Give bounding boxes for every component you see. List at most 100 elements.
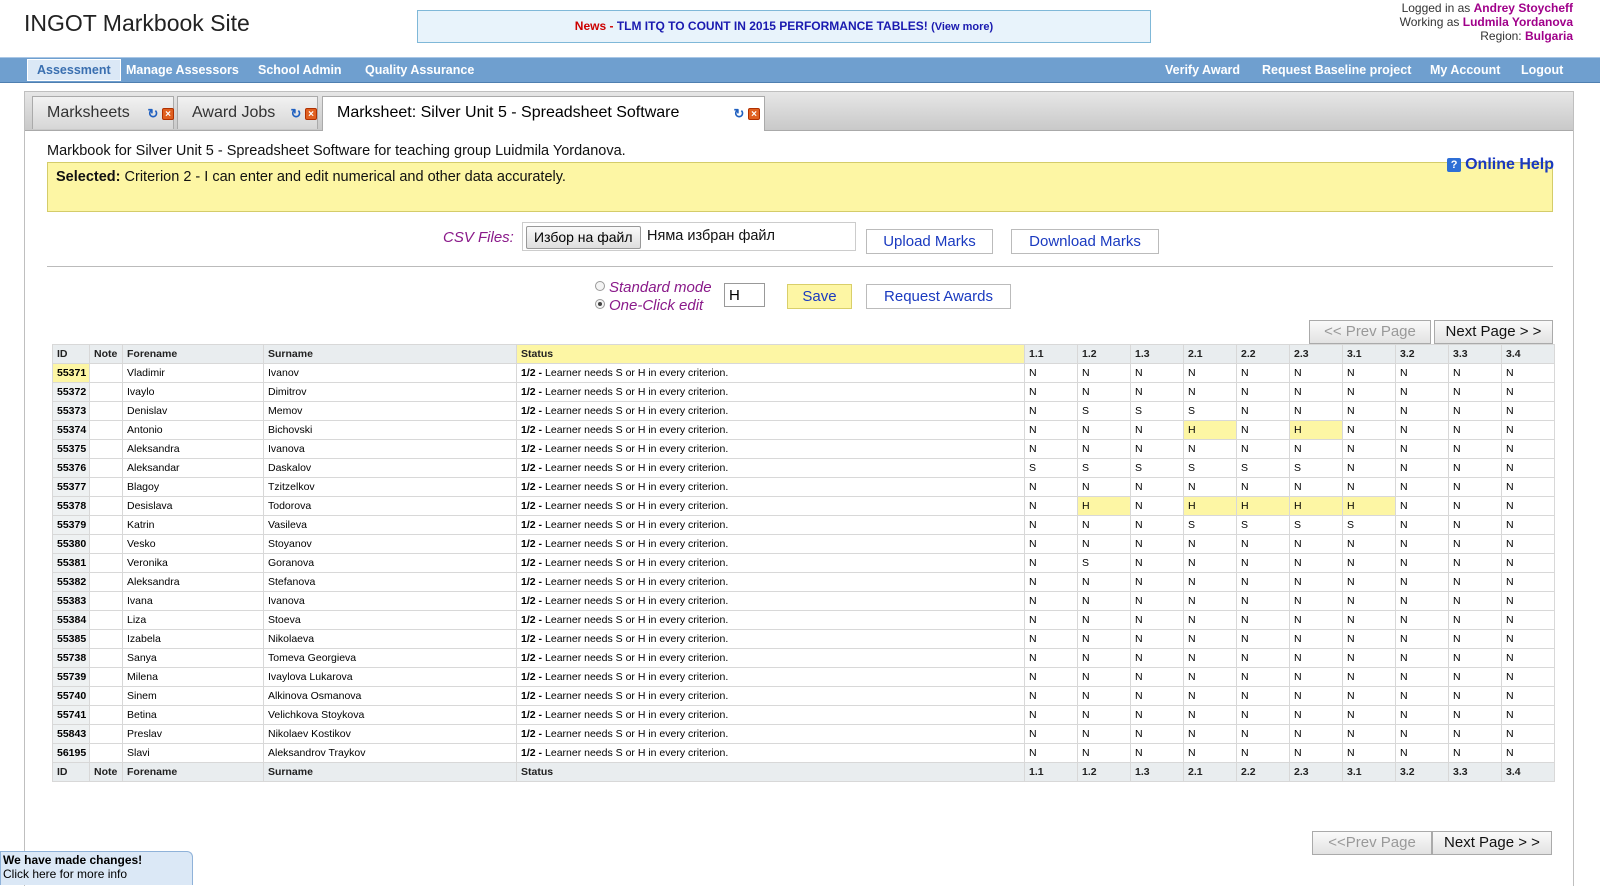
mark-cell[interactable]: N xyxy=(1130,572,1184,592)
mark-cell[interactable]: N xyxy=(1448,420,1502,440)
col-criterion[interactable]: 2.2 xyxy=(1236,344,1290,364)
mark-cell[interactable]: N xyxy=(1024,686,1078,706)
note-cell[interactable] xyxy=(89,515,123,535)
mark-cell[interactable]: N xyxy=(1183,439,1237,459)
mark-cell[interactable]: N xyxy=(1183,553,1237,573)
mark-cell[interactable]: N xyxy=(1395,591,1449,611)
mark-cell[interactable]: N xyxy=(1077,743,1131,763)
mark-cell[interactable]: N xyxy=(1236,724,1290,744)
mark-cell[interactable]: H xyxy=(1289,496,1343,516)
mark-cell[interactable]: N xyxy=(1024,743,1078,763)
mark-cell[interactable]: N xyxy=(1395,686,1449,706)
learner-id[interactable]: 55380 xyxy=(52,534,90,554)
mark-cell[interactable]: S xyxy=(1289,515,1343,535)
nav-verify-award[interactable]: Verify Award xyxy=(1156,58,1249,82)
learner-id[interactable]: 55379 xyxy=(52,515,90,535)
mark-cell[interactable]: S xyxy=(1024,458,1078,478)
mark-cell[interactable]: N xyxy=(1501,648,1555,668)
mark-cell[interactable]: N xyxy=(1395,667,1449,687)
mark-cell[interactable]: N xyxy=(1342,648,1396,668)
region-value[interactable]: Bulgaria xyxy=(1525,29,1573,43)
mark-cell[interactable]: N xyxy=(1289,648,1343,668)
learner-id[interactable]: 55372 xyxy=(52,382,90,402)
mark-cell[interactable]: N xyxy=(1130,553,1184,573)
download-marks-button[interactable]: Download Marks xyxy=(1011,229,1159,254)
mark-cell[interactable]: N xyxy=(1130,724,1184,744)
radio-selected-icon[interactable] xyxy=(595,299,605,309)
mark-cell[interactable]: N xyxy=(1130,477,1184,497)
mark-cell[interactable]: H xyxy=(1236,496,1290,516)
mark-cell[interactable]: N xyxy=(1077,515,1131,535)
mark-cell[interactable]: N xyxy=(1289,401,1343,421)
table-row[interactable]: 55379 Katrin Vasileva 1/2 - Learner needs S … xyxy=(52,515,1555,535)
mark-cell[interactable]: N xyxy=(1236,534,1290,554)
upload-marks-button[interactable]: Upload Marks xyxy=(866,229,993,254)
mark-cell[interactable]: N xyxy=(1448,534,1502,554)
col-criterion[interactable]: 1.3 xyxy=(1130,762,1184,782)
mark-cell[interactable]: N xyxy=(1236,686,1290,706)
table-row[interactable]: 55381 Veronika Goranova 1/2 - Learner needs … xyxy=(52,553,1555,573)
mark-cell[interactable]: N xyxy=(1130,610,1184,630)
mark-cell[interactable]: N xyxy=(1448,553,1502,573)
col-criterion[interactable]: 2.1 xyxy=(1183,344,1237,364)
col-surname[interactable]: Surname xyxy=(263,344,517,364)
col-id[interactable]: ID xyxy=(52,344,90,364)
mark-cell[interactable]: N xyxy=(1501,591,1555,611)
mark-cell[interactable]: N xyxy=(1024,534,1078,554)
mark-cell[interactable]: N xyxy=(1236,629,1290,649)
news-view-more-link[interactable]: (View more) xyxy=(931,21,993,33)
mark-cell[interactable]: N xyxy=(1236,382,1290,402)
mark-cell[interactable]: N xyxy=(1395,534,1449,554)
note-cell[interactable] xyxy=(89,439,123,459)
col-criterion[interactable]: 3.2 xyxy=(1395,762,1449,782)
mark-cell[interactable]: N xyxy=(1448,724,1502,744)
mark-cell[interactable]: N xyxy=(1024,667,1078,687)
close-icon[interactable]: × xyxy=(748,108,760,120)
mark-cell[interactable]: N xyxy=(1024,724,1078,744)
mark-cell[interactable]: N xyxy=(1342,743,1396,763)
nav-assessment[interactable]: Assessment xyxy=(27,59,121,81)
mark-cell[interactable]: N xyxy=(1130,743,1184,763)
mark-cell[interactable]: N xyxy=(1183,629,1237,649)
table-row[interactable]: 55384 Liza Stoeva 1/2 - Learner needs S or H… xyxy=(52,610,1555,630)
mark-cell[interactable]: N xyxy=(1501,382,1555,402)
nav-quality-assurance[interactable]: Quality Assurance xyxy=(356,58,483,82)
col-criterion[interactable]: 2.3 xyxy=(1289,762,1343,782)
table-row[interactable]: 55738 Sanya Tomeva Georgieva 1/2 - Learner n… xyxy=(52,648,1555,668)
mark-cell[interactable]: N xyxy=(1448,743,1502,763)
mark-cell[interactable]: N xyxy=(1183,667,1237,687)
mark-cell[interactable]: N xyxy=(1183,477,1237,497)
col-criterion[interactable]: 3.4 xyxy=(1501,344,1555,364)
mark-cell[interactable]: N xyxy=(1448,477,1502,497)
mark-cell[interactable]: N xyxy=(1395,477,1449,497)
mark-cell[interactable]: N xyxy=(1183,363,1237,383)
logged-in-user[interactable]: Andrey Stoycheff xyxy=(1474,1,1573,15)
table-row[interactable]: 55740 Sinem Alkinova Osmanova 1/2 - Learner … xyxy=(52,686,1555,706)
col-criterion[interactable]: 1.1 xyxy=(1024,762,1078,782)
note-cell[interactable] xyxy=(89,743,123,763)
mark-cell[interactable]: N xyxy=(1395,458,1449,478)
table-row[interactable]: 55377 Blagoy Tzitzelkov 1/2 - Learner needs … xyxy=(52,477,1555,497)
learner-id[interactable]: 55377 xyxy=(52,477,90,497)
mark-cell[interactable]: N xyxy=(1077,705,1131,725)
note-cell[interactable] xyxy=(89,363,123,383)
learner-id[interactable]: 55843 xyxy=(52,724,90,744)
table-row[interactable]: 55739 Milena Ivaylova Lukarova 1/2 - Learner… xyxy=(52,667,1555,687)
mark-cell[interactable]: N xyxy=(1024,477,1078,497)
table-row[interactable]: 55376 Aleksandar Daskalov 1/2 - Learner need… xyxy=(52,458,1555,478)
tab-award-jobs[interactable]: Award Jobs ↻ × xyxy=(177,96,318,129)
learner-id[interactable]: 55382 xyxy=(52,572,90,592)
col-criterion[interactable]: 2.2 xyxy=(1236,762,1290,782)
news-banner[interactable]: News - TLM ITQ TO COUNT IN 2015 PERFORMA… xyxy=(417,10,1151,43)
learner-id[interactable]: 55739 xyxy=(52,667,90,687)
mark-cell[interactable]: N xyxy=(1024,515,1078,535)
mark-cell[interactable]: S xyxy=(1183,515,1237,535)
mark-cell[interactable]: N xyxy=(1448,705,1502,725)
col-criterion[interactable]: 2.3 xyxy=(1289,344,1343,364)
learner-id[interactable]: 55738 xyxy=(52,648,90,668)
learner-id[interactable]: 55375 xyxy=(52,439,90,459)
mark-cell[interactable]: N xyxy=(1236,477,1290,497)
mark-cell[interactable]: N xyxy=(1077,629,1131,649)
mark-cell[interactable]: N xyxy=(1024,648,1078,668)
next-page-button-top[interactable]: Next Page > > xyxy=(1434,320,1553,344)
